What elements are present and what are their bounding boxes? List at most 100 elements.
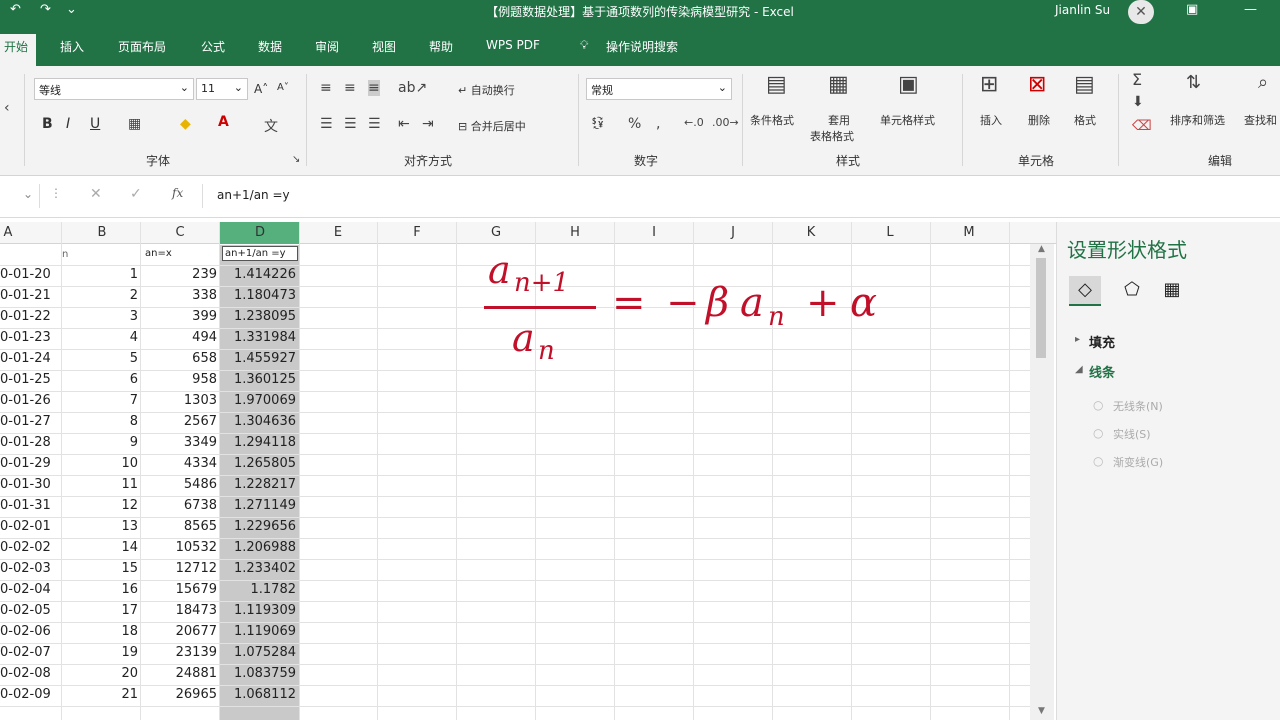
cell-n[interactable]: 5 xyxy=(62,351,138,366)
active-cell[interactable]: an+1/an =y xyxy=(222,246,298,261)
cell-date[interactable]: 0-01-31 xyxy=(0,498,51,513)
col-header-j[interactable]: J xyxy=(723,225,743,240)
cell-date[interactable]: 0-02-03 xyxy=(0,561,51,576)
align-right-icon[interactable]: ☰ xyxy=(368,116,381,132)
cell-ratio[interactable]: 1.414226 xyxy=(220,267,296,282)
cell-an[interactable]: 958 xyxy=(141,372,217,387)
italic-button[interactable]: I xyxy=(66,116,70,132)
cell-ratio[interactable]: 1.119069 xyxy=(220,624,296,639)
formula-image[interactable]: a n+1 a n = − β a n + α xyxy=(484,248,904,378)
cell-n[interactable]: 6 xyxy=(62,372,138,387)
underline-button[interactable]: U xyxy=(90,116,100,132)
cell-date[interactable]: 0-01-28 xyxy=(0,435,51,450)
cell-ratio[interactable]: 1.331984 xyxy=(220,330,296,345)
cell-date[interactable]: 0-01-20 xyxy=(0,267,51,282)
table-format-label-1[interactable]: 套用 xyxy=(828,112,850,128)
cell-an[interactable]: 12712 xyxy=(141,561,217,576)
align-left-icon[interactable]: ☰ xyxy=(320,116,333,132)
cell-ratio[interactable]: 1.294118 xyxy=(220,435,296,450)
tell-me-search[interactable]: 操作说明搜索 xyxy=(606,38,678,55)
vertical-scrollbar[interactable]: ▲ ▼ xyxy=(1030,244,1054,720)
cell-date[interactable]: 0-02-01 xyxy=(0,519,51,534)
scroll-thumb[interactable] xyxy=(1036,258,1046,358)
cell-an[interactable]: 3349 xyxy=(141,435,217,450)
cell-an[interactable]: 10532 xyxy=(141,540,217,555)
cell-an[interactable]: 658 xyxy=(141,351,217,366)
cell-ratio[interactable]: 1.1782 xyxy=(220,582,297,597)
cell-ratio[interactable]: 1.360125 xyxy=(220,372,296,387)
cell-n[interactable]: 21 xyxy=(62,687,138,702)
border-icon[interactable]: ▦ xyxy=(128,116,141,132)
col-header-f[interactable]: F xyxy=(407,225,427,240)
cell-date[interactable]: 0-01-21 xyxy=(0,288,51,303)
tab-review[interactable]: 审阅 xyxy=(315,38,339,55)
cell-n[interactable]: 17 xyxy=(62,603,138,618)
fx-icon[interactable]: fx xyxy=(172,186,183,200)
cell-styles-button[interactable]: 单元格样式 xyxy=(880,112,935,128)
tab-wps-pdf[interactable]: WPS PDF xyxy=(486,38,540,52)
tab-insert[interactable]: 插入 xyxy=(60,38,84,55)
cell-date[interactable]: 0-01-22 xyxy=(0,309,51,324)
insert-cells-button[interactable]: 插入 xyxy=(980,112,1002,128)
align-bottom-icon[interactable]: ≡ xyxy=(368,80,380,96)
col-header-d[interactable]: D xyxy=(250,225,270,240)
cell-an[interactable]: 399 xyxy=(141,309,217,324)
cell-n[interactable]: 1 xyxy=(62,267,138,282)
align-center-icon[interactable]: ☰ xyxy=(344,116,357,132)
cell-an[interactable]: 24881 xyxy=(141,666,217,681)
scroll-up-icon[interactable]: ▲ xyxy=(1038,244,1045,254)
gradient-line-option[interactable]: 渐变线(G) xyxy=(1113,454,1163,470)
cell-an[interactable]: 15679 xyxy=(141,582,217,597)
number-format-select[interactable]: 常规 ⌄ xyxy=(586,78,732,100)
col-header-g[interactable]: G xyxy=(486,225,506,240)
cell-ratio[interactable]: 1.970069 xyxy=(220,393,296,408)
clipboard-expand-icon[interactable]: ‹ xyxy=(4,100,10,116)
tab-home[interactable]: 开始 xyxy=(0,34,37,66)
cell-n[interactable]: 10 xyxy=(62,456,138,471)
cell-ratio[interactable]: 1.075284 xyxy=(220,645,296,660)
col-header-m[interactable]: M xyxy=(959,225,979,240)
cell-date[interactable]: 0-02-02 xyxy=(0,540,51,555)
cell-ratio[interactable]: 1.119309 xyxy=(220,603,296,618)
cell-n[interactable]: 16 xyxy=(62,582,138,597)
cell-date[interactable]: 0-01-26 xyxy=(0,393,51,408)
cell-an[interactable]: 494 xyxy=(141,330,217,345)
font-size-select[interactable]: 11 ⌄ xyxy=(196,78,248,100)
radio-icon[interactable]: ○ xyxy=(1093,454,1103,468)
cell-date[interactable]: 0-02-09 xyxy=(0,687,51,702)
col-header-a[interactable]: A xyxy=(0,225,18,240)
enter-icon[interactable]: ✓ xyxy=(130,186,142,202)
radio-icon[interactable]: ○ xyxy=(1093,398,1103,412)
cell-n[interactable]: 4 xyxy=(62,330,138,345)
merge-center-button[interactable]: ⊟ 合并后居中 xyxy=(458,118,526,134)
tab-data[interactable]: 数据 xyxy=(258,38,282,55)
cell-an[interactable]: 4334 xyxy=(141,456,217,471)
delete-cells-button[interactable]: 删除 xyxy=(1028,112,1050,128)
cell-n[interactable]: 13 xyxy=(62,519,138,534)
cell-an[interactable]: 6738 xyxy=(141,498,217,513)
align-middle-icon[interactable]: ≡ xyxy=(344,80,356,96)
minimize-icon[interactable]: — xyxy=(1244,2,1257,17)
col-header-b[interactable]: B xyxy=(92,225,112,240)
expand-fill-icon[interactable]: ▸ xyxy=(1075,334,1080,345)
cell-ratio[interactable]: 1.271149 xyxy=(220,498,296,513)
fill-line-tab-icon[interactable]: ◇ xyxy=(1069,276,1101,306)
conditional-format-button[interactable]: 条件格式 xyxy=(750,112,794,128)
effects-tab-icon[interactable]: ⬠ xyxy=(1117,276,1147,306)
cell-an[interactable]: 1303 xyxy=(141,393,217,408)
phonetic-icon[interactable]: 文 xyxy=(264,116,278,136)
solid-line-option[interactable]: 实线(S) xyxy=(1113,426,1151,442)
no-line-option[interactable]: 无线条(N) xyxy=(1113,398,1163,414)
col-header-h[interactable]: H xyxy=(565,225,585,240)
font-name-select[interactable]: 等线 ⌄ xyxy=(34,78,194,100)
collapse-line-icon[interactable]: ◢ xyxy=(1075,364,1083,375)
cell-an[interactable]: 18473 xyxy=(141,603,217,618)
cell-date[interactable]: 0-02-06 xyxy=(0,624,51,639)
orientation-icon[interactable]: ab↗ xyxy=(398,80,427,96)
line-section[interactable]: 线条 xyxy=(1089,362,1115,381)
cell-n[interactable]: 20 xyxy=(62,666,138,681)
increase-decimal-icon[interactable]: ←.0 xyxy=(684,116,704,129)
percent-icon[interactable]: % xyxy=(628,116,641,132)
cell-date[interactable]: 0-01-27 xyxy=(0,414,51,429)
cell-an[interactable]: 8565 xyxy=(141,519,217,534)
